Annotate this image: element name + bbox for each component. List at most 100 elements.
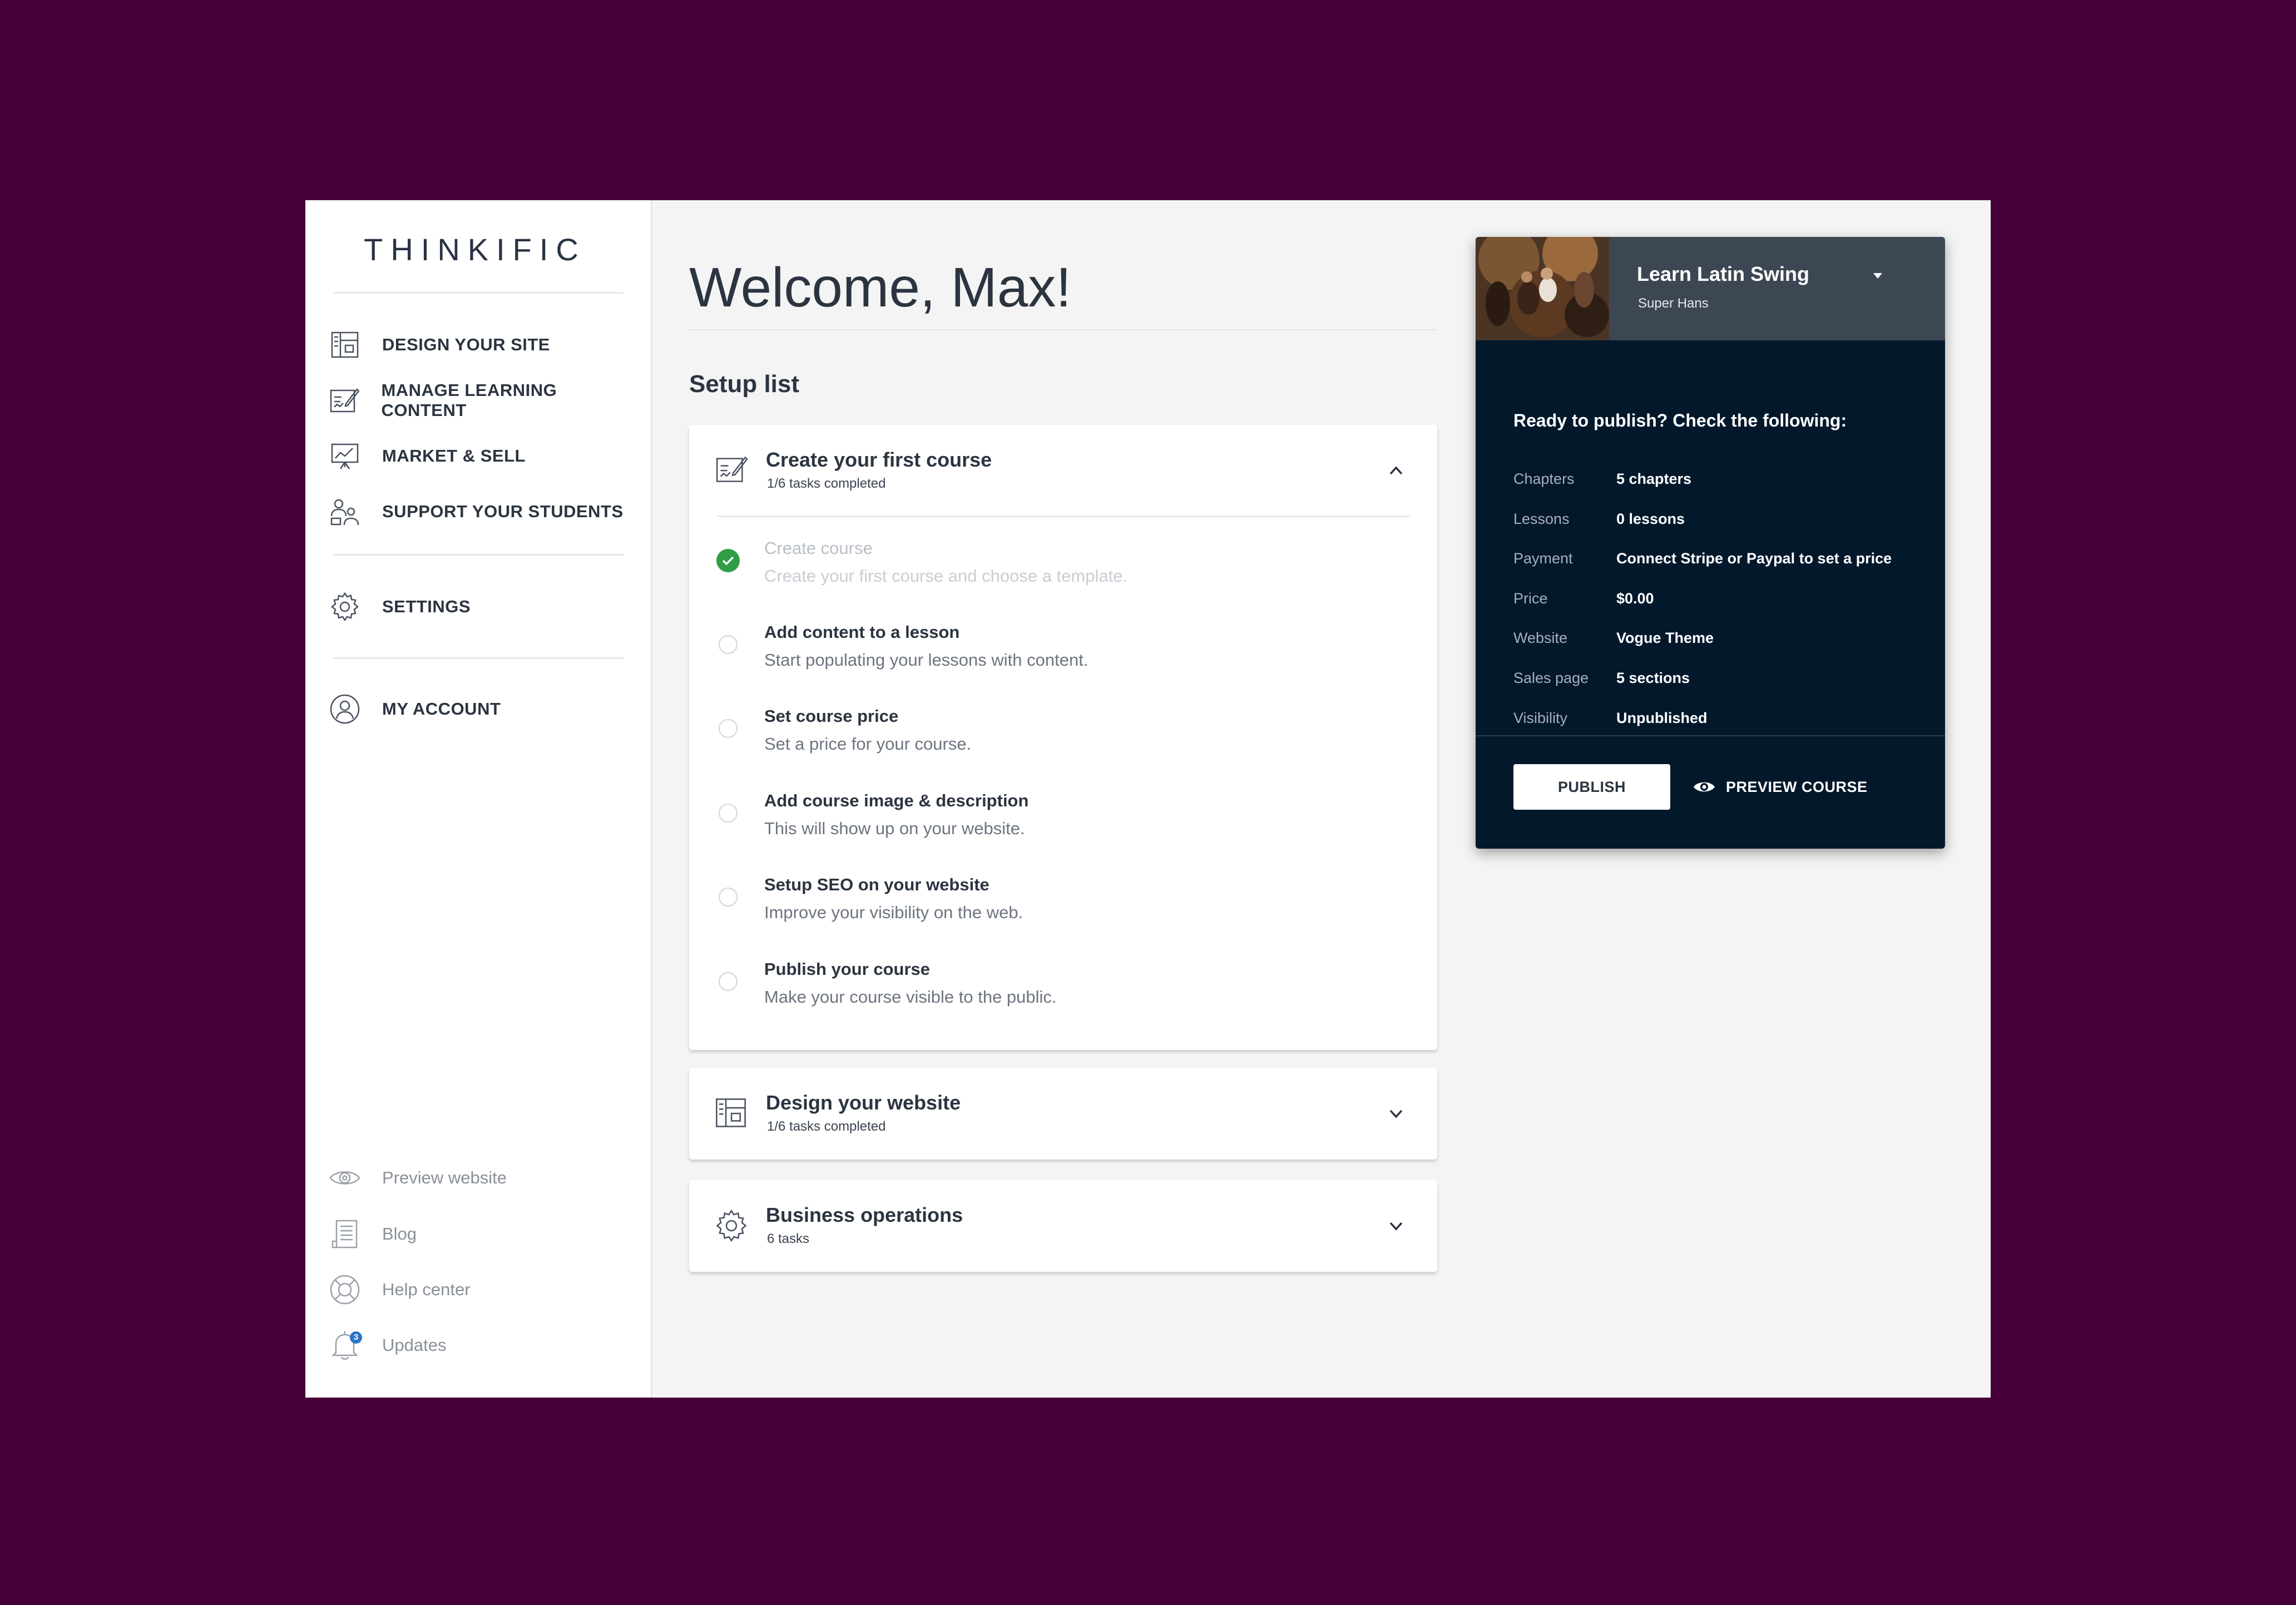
task-title: Add content to a lesson <box>764 622 960 642</box>
sidebar-item-label: MANAGE LEARNING CONTENT <box>381 380 557 420</box>
task-description: Improve your visibility on the web. <box>764 903 1023 922</box>
task-description: Create your first course and choose a te… <box>764 566 1128 586</box>
layout-icon <box>329 329 361 361</box>
edit-board-icon <box>329 384 360 417</box>
eye-icon <box>329 1162 361 1194</box>
task-title: Create course <box>764 538 873 558</box>
publish-checklist-heading: Ready to publish? Check the following: <box>1513 410 1847 430</box>
chevron-up-icon[interactable] <box>1385 459 1407 482</box>
detail-key: Payment <box>1513 550 1573 567</box>
page-title: Welcome, Max! <box>689 256 1072 319</box>
sidebar-item-my-account[interactable]: MY ACCOUNT <box>329 690 640 729</box>
sidebar-item-label: MARKET & SELL <box>382 446 526 465</box>
app-window: THINKIFIC DESIGN YOUR SITE MANAGE LEARNI… <box>305 200 1991 1398</box>
document-icon <box>329 1218 361 1250</box>
detail-value: Connect Stripe or Paypal to set a price <box>1616 550 1892 567</box>
presentation-chart-icon <box>329 440 361 472</box>
sidebar-item-label: Preview website <box>382 1168 507 1187</box>
detail-row-price: Price $0.00 <box>1513 590 1925 612</box>
sidebar-divider <box>333 554 624 556</box>
task-add-content[interactable]: Add content to a lesson Start populating… <box>689 619 1437 686</box>
empty-circle-icon <box>716 801 740 825</box>
user-circle-icon <box>329 693 361 725</box>
sidebar-item-design-your-site[interactable]: DESIGN YOUR SITE <box>329 325 640 364</box>
setup-card-header[interactable]: Business operations 6 tasks <box>689 1180 1437 1272</box>
task-setup-seo[interactable]: Setup SEO on your website Improve your v… <box>689 871 1437 938</box>
sidebar-item-label: SUPPORT YOUR STUDENTS <box>382 502 624 521</box>
setup-card-header[interactable]: Create your first course 1/6 tasks compl… <box>689 425 1437 517</box>
lifebuoy-icon <box>329 1274 361 1306</box>
detail-value: 5 chapters <box>1616 470 1692 487</box>
task-title: Setup SEO on your website <box>764 875 989 894</box>
task-title: Add course image & description <box>764 791 1029 810</box>
task-add-image[interactable]: Add course image & description This will… <box>689 787 1437 854</box>
sidebar-item-preview-website[interactable]: Preview website <box>329 1158 640 1197</box>
task-description: Set a price for your course. <box>764 734 972 754</box>
gear-icon <box>329 591 361 623</box>
setup-card-title: Design your website <box>766 1091 961 1114</box>
setup-card-design-website: Design your website 1/6 tasks completed <box>689 1068 1437 1160</box>
setup-card-header[interactable]: Design your website 1/6 tasks completed <box>689 1068 1437 1160</box>
title-divider <box>689 329 1437 330</box>
setup-card-title: Create your first course <box>766 448 992 471</box>
sidebar-item-updates[interactable]: 3 Updates <box>329 1326 640 1365</box>
caret-down-icon[interactable] <box>1869 270 1886 281</box>
preview-course-button[interactable]: PREVIEW COURSE <box>1693 764 1871 810</box>
publish-button[interactable]: PUBLISH <box>1513 764 1670 810</box>
notification-badge: 3 <box>350 1331 362 1344</box>
sidebar-item-blog[interactable]: Blog <box>329 1215 640 1254</box>
sidebar: THINKIFIC DESIGN YOUR SITE MANAGE LEARNI… <box>305 200 652 1398</box>
detail-key: Price <box>1513 590 1548 607</box>
sidebar-item-label: Updates <box>382 1335 447 1355</box>
eye-icon <box>1693 775 1716 799</box>
sidebar-item-manage-learning-content[interactable]: MANAGE LEARNING CONTENT <box>329 380 640 420</box>
bell-icon: 3 <box>329 1329 362 1361</box>
empty-circle-icon <box>716 632 740 657</box>
detail-value: $0.00 <box>1616 590 1654 607</box>
check-done-icon <box>716 548 740 573</box>
chevron-down-icon[interactable] <box>1385 1215 1407 1237</box>
setup-list-heading: Setup list <box>689 370 800 398</box>
setup-card-business-operations: Business operations 6 tasks <box>689 1180 1437 1272</box>
task-title: Publish your course <box>764 959 931 979</box>
course-selector[interactable]: Learn Latin Swing Super Hans <box>1476 237 1945 340</box>
sidebar-item-label: DESIGN YOUR SITE <box>382 335 550 354</box>
sidebar-item-label: Blog <box>382 1224 417 1244</box>
sidebar-item-label: MY ACCOUNT <box>382 699 501 719</box>
preview-course-label: PREVIEW COURSE <box>1726 778 1868 795</box>
edit-board-icon <box>715 454 749 488</box>
empty-circle-icon <box>716 969 740 994</box>
setup-card-progress: 1/6 tasks completed <box>767 1119 886 1134</box>
detail-key: Website <box>1513 630 1568 646</box>
sidebar-item-support-your-students[interactable]: SUPPORT YOUR STUDENTS <box>329 492 640 531</box>
detail-value: 5 sections <box>1616 670 1690 686</box>
sidebar-item-help-center[interactable]: Help center <box>329 1270 640 1309</box>
detail-row-chapters: Chapters 5 chapters <box>1513 470 1925 493</box>
task-description: Start populating your lessons with conte… <box>764 650 1088 670</box>
panel-divider <box>1476 735 1945 736</box>
gear-icon <box>715 1209 749 1244</box>
task-set-price[interactable]: Set course price Set a price for your co… <box>689 703 1437 770</box>
layout-icon <box>715 1097 749 1131</box>
task-title: Set course price <box>764 706 899 726</box>
detail-row-website: Website Vogue Theme <box>1513 630 1925 652</box>
detail-value: Vogue Theme <box>1616 630 1714 646</box>
sidebar-item-market-and-sell[interactable]: MARKET & SELL <box>329 437 640 475</box>
sidebar-item-settings[interactable]: SETTINGS <box>329 587 640 626</box>
course-name: Learn Latin Swing <box>1637 262 1810 285</box>
detail-key: Sales page <box>1513 670 1589 686</box>
detail-value: Unpublished <box>1616 710 1708 726</box>
task-create-course[interactable]: Create course Create your first course a… <box>689 535 1437 602</box>
setup-card-title: Business operations <box>766 1203 963 1226</box>
setup-card-create-course: Create your first course 1/6 tasks compl… <box>689 425 1437 1050</box>
task-publish-course[interactable]: Publish your course Make your course vis… <box>689 956 1437 1023</box>
course-author: Super Hans <box>1638 296 1709 311</box>
setup-card-progress: 1/6 tasks completed <box>767 476 886 491</box>
empty-circle-icon <box>716 885 740 909</box>
brand-logo[interactable]: THINKIFIC <box>330 231 620 268</box>
sidebar-item-label: Help center <box>382 1280 471 1299</box>
chevron-down-icon[interactable] <box>1385 1102 1407 1125</box>
sidebar-divider <box>333 657 624 659</box>
detail-row-sales-page: Sales page 5 sections <box>1513 670 1925 692</box>
empty-circle-icon <box>716 716 740 741</box>
